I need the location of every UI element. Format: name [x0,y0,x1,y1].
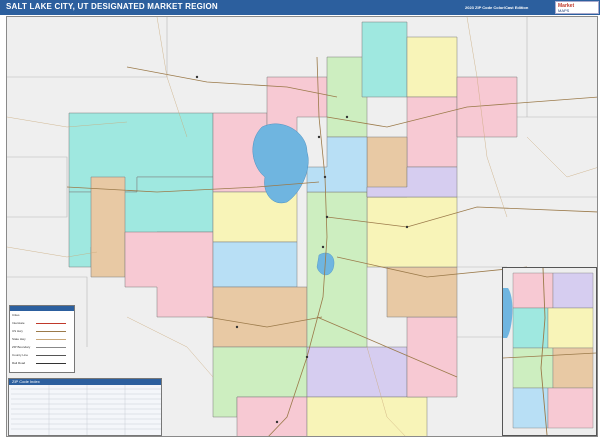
inset-svg [503,268,596,435]
map-legend: Cities Interstate US Hwy State Hwy ZIP B… [9,305,75,373]
legend-line-state-hwy [36,339,66,340]
legend-row-zip-boundary: ZIP Boundary [12,345,31,349]
publisher-logo: Market MAPS [555,1,599,14]
index-row-lines [11,385,161,435]
edition-label: 2023 ZIP Code Color/Cast Edition [465,5,529,10]
legend-row-interstate: Interstate [12,321,25,325]
inset-zip-regions [512,272,594,429]
legend-row-state-hwy: State Hwy [12,337,26,341]
legend-line-interstate [36,323,66,324]
map-title: SALT LAKE CITY, UT DESIGNATED MARKET REG… [6,2,218,11]
legend-line-us-hwy [36,331,66,332]
map-poster: SALT LAKE CITY, UT DESIGNATED MARKET REG… [0,0,600,439]
index-title: ZIP Code Index [12,379,40,384]
zip-index-table: ZIP Code Index [8,378,162,436]
logo-line-2: MAPS [558,8,570,13]
metro-inset-map[interactable] [502,267,597,436]
legend-row-us-hwy: US Hwy [12,329,23,333]
title-bar: SALT LAKE CITY, UT DESIGNATED MARKET REG… [0,0,600,15]
legend-header [10,306,74,311]
legend-line-rail [36,363,66,364]
legend-row-county-line: County Line [12,353,29,357]
legend-row-rail-road: Rail Road [12,361,26,365]
legend-line-zip [36,347,66,348]
legend-row-cities: Cities [12,313,20,317]
legend-line-county [36,355,66,356]
index-rows [11,385,161,435]
